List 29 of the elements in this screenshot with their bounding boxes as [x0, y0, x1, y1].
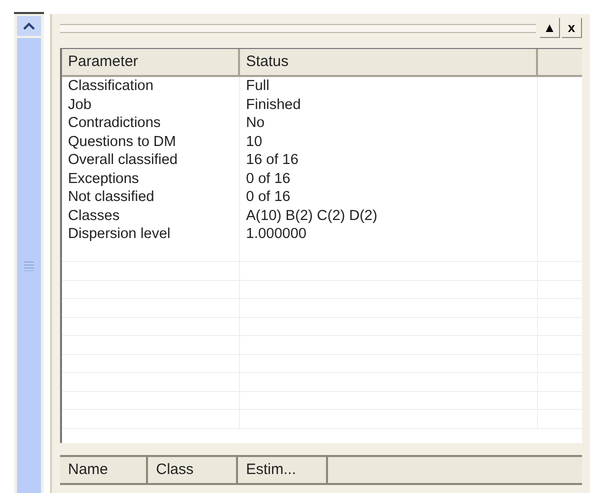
- column-header[interactable]: Class: [148, 457, 238, 483]
- scrollbar[interactable]: [14, 12, 44, 493]
- table-cell: Dispersion level: [62, 225, 240, 244]
- table-cell: Classification: [62, 77, 240, 96]
- column-header[interactable]: Status: [240, 49, 538, 75]
- table-cell: Job: [62, 96, 240, 114]
- panel-button[interactable]: x: [562, 18, 582, 38]
- column-header[interactable]: Name: [60, 457, 148, 483]
- grip-icon: [24, 260, 34, 270]
- scroll-thumb[interactable]: [17, 38, 41, 493]
- table-cell: Contradictions: [62, 114, 240, 132]
- table-cell: 10: [240, 132, 538, 151]
- table-cell: Full: [240, 77, 538, 96]
- table-cell: Finished: [240, 96, 538, 114]
- table-cell: 0 of 16: [240, 170, 538, 188]
- table-cell: Overall classified: [62, 151, 240, 170]
- table-cell: A(10) B(2) C(2) D(2): [240, 206, 538, 225]
- table-cell: 1.000000: [240, 225, 538, 244]
- table-cell: 0 of 16: [240, 188, 538, 206]
- table-cell: Questions to DM: [62, 132, 240, 151]
- column-header[interactable]: Parameter: [62, 49, 240, 75]
- table-cell: 16 of 16: [240, 151, 538, 170]
- table-cell: Exceptions: [62, 170, 240, 188]
- panel-button[interactable]: ▲: [540, 18, 560, 38]
- table-cell: No: [240, 114, 538, 132]
- table-cell: Not classified: [62, 188, 240, 206]
- table-cell: Classes: [62, 206, 240, 225]
- column-header[interactable]: Estim...: [238, 457, 328, 483]
- scroll-up-button[interactable]: [17, 16, 41, 36]
